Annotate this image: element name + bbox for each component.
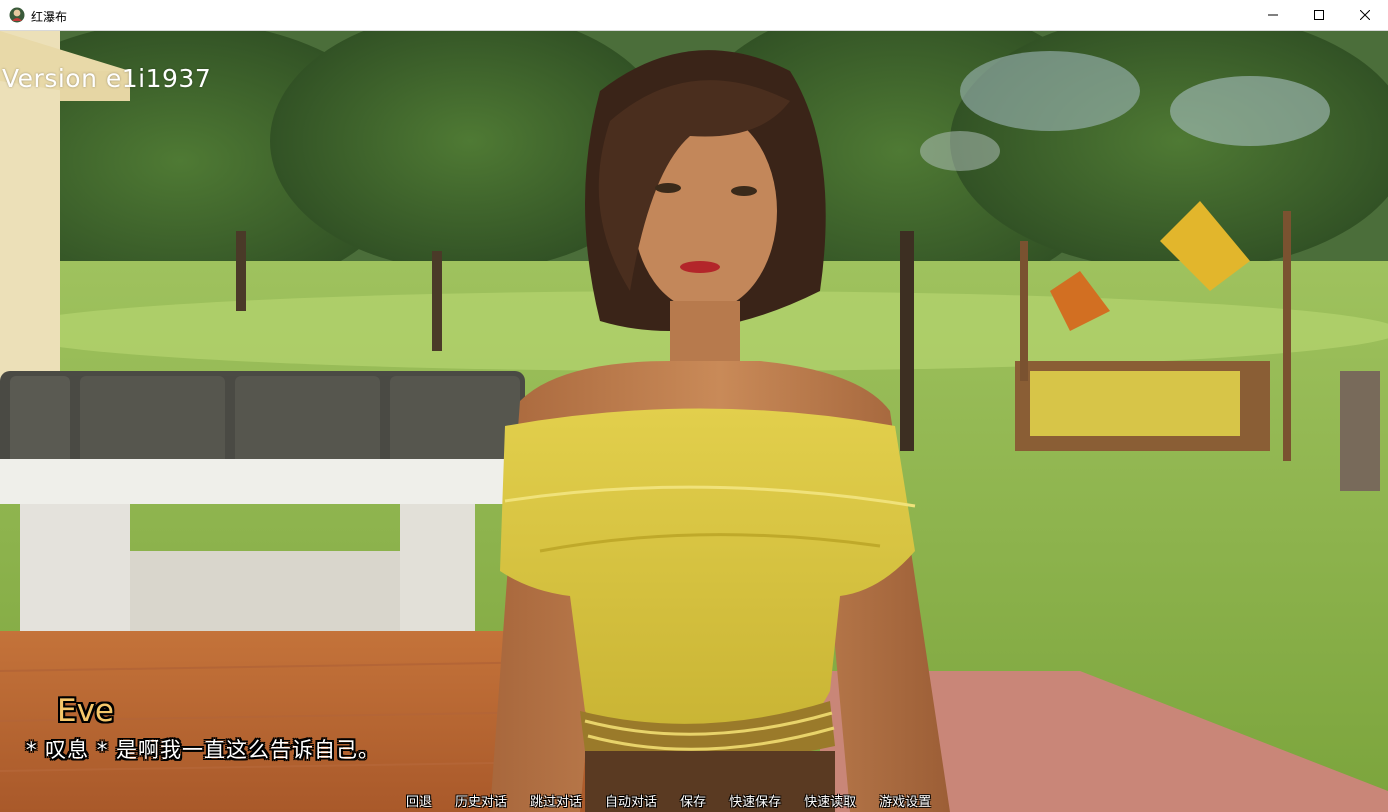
quick-menu-save[interactable]: 保存	[674, 791, 712, 811]
window-titlebar[interactable]: 红瀑布	[0, 0, 1388, 31]
scene-background	[0, 31, 1388, 812]
quick-menu-quick-save[interactable]: 快速保存	[723, 791, 787, 811]
minimize-button[interactable]	[1250, 0, 1296, 30]
window-title: 红瀑布	[31, 10, 68, 24]
quick-menu-history[interactable]: 历史对话	[449, 791, 513, 811]
dialogue-text[interactable]: * 叹息 * 是啊我一直这么告诉自己。	[26, 734, 380, 764]
version-label: Version e1i1937	[2, 64, 212, 93]
maximize-button[interactable]	[1296, 0, 1342, 30]
game-app-icon	[9, 7, 25, 23]
minimize-icon	[1268, 14, 1278, 16]
quick-menu-skip[interactable]: 跳过对话	[524, 791, 588, 811]
close-icon	[1360, 10, 1370, 20]
quick-menu: 回退 历史对话 跳过对话 自动对话 保存 快速保存 快速读取 游戏设置	[400, 791, 948, 811]
quick-menu-quick-load[interactable]: 快速读取	[798, 791, 862, 811]
quick-menu-rollback[interactable]: 回退	[400, 791, 438, 811]
quick-menu-preferences[interactable]: 游戏设置	[873, 791, 937, 811]
speaker-name: Eve	[57, 693, 115, 729]
maximize-icon	[1314, 10, 1324, 20]
game-viewport[interactable]: Version e1i1937 Eve * 叹息 * 是啊我一直这么告诉自己。 …	[0, 31, 1388, 812]
close-button[interactable]	[1342, 0, 1388, 30]
quick-menu-auto[interactable]: 自动对话	[599, 791, 663, 811]
